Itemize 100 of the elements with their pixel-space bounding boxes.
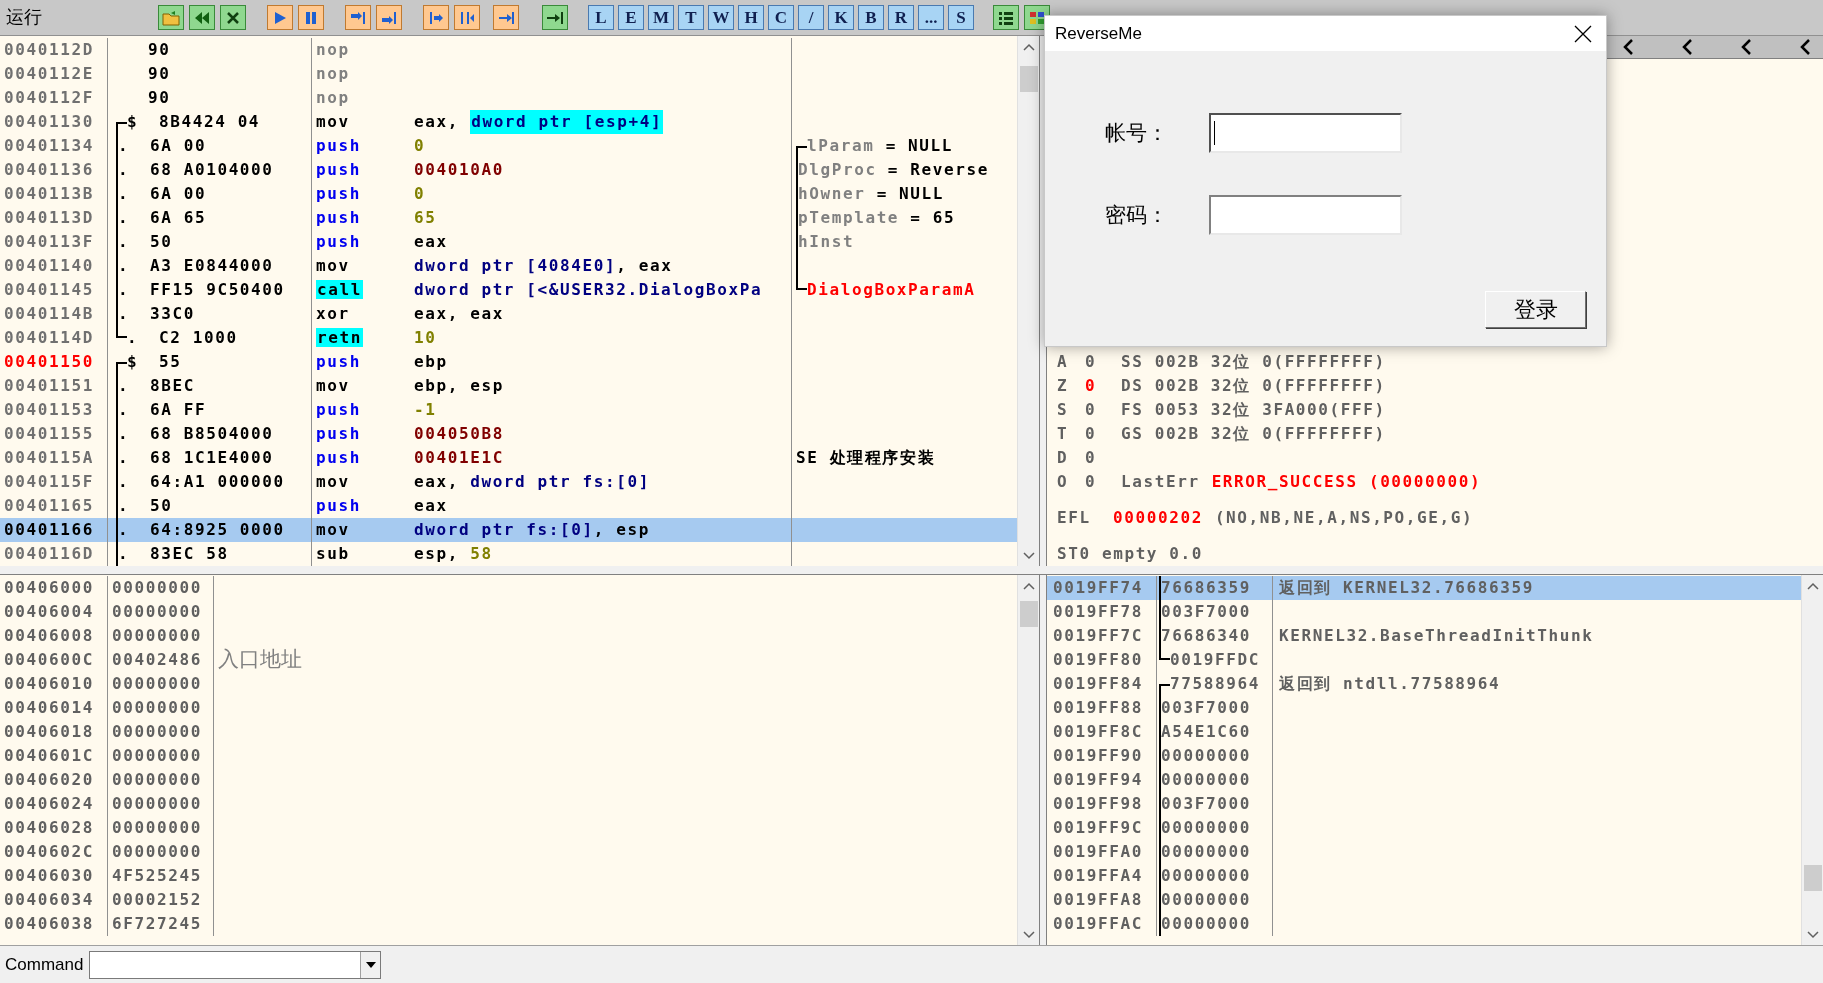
window-button[interactable]: B: [858, 5, 884, 30]
code-row[interactable]: 0040113D . 6A 65 push 65 pTemplate = 65: [0, 206, 1017, 230]
hex-value: 00000000: [1161, 841, 1251, 863]
window-button[interactable]: ...: [918, 5, 944, 30]
code-row[interactable]: 00401130 $ 8B4424 04 mov eax, dword ptr [esp+4]: [0, 110, 1017, 134]
code-row[interactable]: 0040114B . 33C0 xor eax, eax: [0, 302, 1017, 326]
stack-row[interactable]: 0019FF90 00000000: [1047, 744, 1801, 768]
operand: 004010A0: [414, 159, 504, 181]
stack-row[interactable]: 0019FF88 003F7000: [1047, 696, 1801, 720]
operand: , eax: [616, 255, 673, 277]
stack-row[interactable]: 0019FFA0 00000000: [1047, 840, 1801, 864]
hex-value: 77588964: [1170, 673, 1260, 695]
selected-row[interactable]: 0019FF74 76686359 返回到 KERNEL32.76686359: [1047, 576, 1801, 600]
step-button[interactable]: [376, 5, 402, 30]
hex-bytes: 6A 65: [150, 207, 207, 229]
window-button[interactable]: C: [768, 5, 794, 30]
stack-row[interactable]: 0019FF80 0019FFDC: [1047, 648, 1801, 672]
stack-row[interactable]: 0019FF84 77588964 返回到 ntdll.77588964: [1047, 672, 1801, 696]
comment-text: hInst: [798, 231, 855, 253]
row-marker: .: [118, 160, 130, 179]
folder-icon: [162, 9, 180, 26]
row-marker: .: [118, 472, 130, 491]
window-button[interactable]: L: [588, 5, 614, 30]
code-row[interactable]: 0040113B . 6A 00 push 0 hOwner = NULL: [0, 182, 1017, 206]
code-row[interactable]: 00401155 . 68 B8504000 push 004050B8: [0, 422, 1017, 446]
row-marker: $: [127, 112, 139, 131]
stack-row[interactable]: 0019FFA4 00000000: [1047, 864, 1801, 888]
pause-button[interactable]: [298, 5, 324, 30]
hex-bytes: 6A FF: [150, 399, 207, 421]
scrollbar-thumb[interactable]: [1803, 865, 1822, 891]
arrow-bar-icon: [546, 9, 564, 26]
selected-row[interactable]: 00401166 . 64:8925 0000 mov dword ptr fs:[0], esp: [0, 518, 1017, 542]
stack-row[interactable]: 0019FF98 003F7000: [1047, 792, 1801, 816]
close-icon[interactable]: [1574, 24, 1592, 43]
stack-row[interactable]: 0019FFAC 00000000: [1047, 912, 1801, 936]
hex-value: 00000000: [112, 841, 202, 863]
stack-row[interactable]: 0019FF9C 00000000: [1047, 816, 1801, 840]
stack-row[interactable]: 0019FF78 003F7000: [1047, 600, 1801, 624]
code-row[interactable]: 0040115A . 68 1C1E4000 push 00401E1C SE 处理程序安装: [0, 446, 1017, 470]
step-button[interactable]: [454, 5, 480, 30]
window-button[interactable]: S: [948, 5, 974, 30]
code-row[interactable]: 00401151 . 8BEC mov ebp, esp: [0, 374, 1017, 398]
window-button[interactable]: K: [828, 5, 854, 30]
operand: eax: [414, 495, 448, 517]
close-button[interactable]: [220, 5, 246, 30]
window-button[interactable]: /: [798, 5, 824, 30]
window-button[interactable]: W: [708, 5, 734, 30]
code-row[interactable]: 0040113F . 50 push eax hInst: [0, 230, 1017, 254]
input-field[interactable]: [1209, 113, 1402, 153]
hex-value: 00000000: [1161, 865, 1251, 887]
register-text: DS 002B 32位 0(FFFFFFFF): [1121, 375, 1386, 397]
input-field[interactable]: [1209, 195, 1402, 235]
dropdown-arrow-icon[interactable]: [364, 960, 377, 969]
code-row[interactable]: 00401153 . 6A FF push -1: [0, 398, 1017, 422]
code-row[interactable]: 0040112E 90 nop: [0, 62, 1017, 86]
code-row[interactable]: 00401145 . FF15 9C50400 call dword ptr [<&USER32.DialogBoxPa DialogBoxParamA: [0, 278, 1017, 302]
code-row[interactable]: 00401136 . 68 A0104000 push 004010A0 DlgProc = Reverse: [0, 158, 1017, 182]
run-button[interactable]: [267, 5, 293, 30]
command-field[interactable]: [89, 950, 382, 979]
mnemonic: push: [316, 448, 361, 467]
goto-button[interactable]: [542, 5, 568, 30]
code-row[interactable]: 00401134 . 6A 00 push 0 lParam = NULL: [0, 134, 1017, 158]
stack-row[interactable]: 0019FFA8 00000000: [1047, 888, 1801, 912]
hex-bytes: 68 B8504000: [150, 423, 274, 445]
flag-name: A: [1057, 351, 1070, 373]
restart-button[interactable]: [189, 5, 215, 30]
step-button[interactable]: [423, 5, 449, 30]
address-text: 0019FF98: [1053, 793, 1143, 815]
stack-row[interactable]: 0019FF7C 76686340 KERNEL32.BaseThreadInitThunk: [1047, 624, 1801, 648]
code-row[interactable]: 00401150 $ 55 push ebp: [0, 350, 1017, 374]
operand: ebp, esp: [414, 375, 504, 397]
window-button[interactable]: E: [618, 5, 644, 30]
code-row[interactable]: 00401140 . A3 E0844000 mov dword ptr [4084E0], eax: [0, 254, 1017, 278]
step-button[interactable]: [493, 5, 519, 30]
address-text: 00406000: [4, 577, 94, 599]
operand: dword ptr fs:[0]: [414, 519, 594, 541]
window-button[interactable]: R: [888, 5, 914, 30]
stack-row[interactable]: 0019FF94 00000000: [1047, 768, 1801, 792]
open-button[interactable]: [158, 5, 184, 30]
address-text: 00401151: [4, 375, 94, 397]
mnemonic: mov: [316, 256, 350, 275]
scrollbar-thumb[interactable]: [1019, 66, 1038, 92]
address-text: 0019FF88: [1053, 697, 1143, 719]
address-text: 0040113F: [4, 231, 94, 253]
hex-bytes: 50: [150, 495, 173, 517]
address-text: 0040112F: [4, 87, 94, 109]
stack-row[interactable]: 0019FF8C A54E1C60: [1047, 720, 1801, 744]
list-button[interactable]: [993, 5, 1019, 30]
window-button[interactable]: H: [738, 5, 764, 30]
window-button[interactable]: T: [678, 5, 704, 30]
code-row[interactable]: 0040112D 90 nop: [0, 38, 1017, 62]
step-button[interactable]: [345, 5, 371, 30]
window-button[interactable]: M: [648, 5, 674, 30]
code-row[interactable]: 0040114D . C2 1000 retn 10: [0, 326, 1017, 350]
row-marker: $: [127, 352, 139, 371]
code-row[interactable]: 0040115F . 64:A1 000000 mov eax, dword ptr fs:[0]: [0, 470, 1017, 494]
scrollbar-thumb[interactable]: [1019, 601, 1038, 627]
login-button[interactable]: 登录: [1485, 291, 1586, 328]
hex-bytes: 6A 00: [150, 135, 207, 157]
comment-text: SE 处理程序安装: [796, 447, 936, 469]
